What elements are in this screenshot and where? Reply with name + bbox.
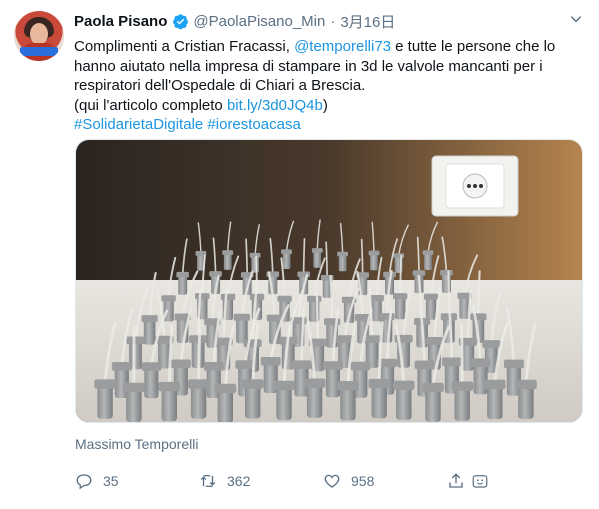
share-icon	[449, 473, 463, 488]
tweet-text-part: Complimenti a Cristian Fracassi,	[74, 38, 295, 55]
separator-dot: ·	[330, 12, 336, 30]
like-count: 958	[351, 473, 375, 489]
retweet-button[interactable]: 362	[199, 470, 250, 492]
smile-icon	[472, 475, 488, 488]
tweet-header: Paola Pisano @PaolaPisano_Min · 3月16日	[74, 11, 395, 31]
hashtags[interactable]: #SolidarietaDigitale #iorestoacasa	[74, 116, 301, 133]
reply-button[interactable]: 35	[75, 470, 119, 492]
reply-count: 35	[103, 473, 119, 489]
author-handle[interactable]: @PaolaPisano_Min	[193, 13, 325, 30]
retweet-icon	[200, 475, 216, 487]
retweet-count: 362	[227, 473, 251, 489]
photo-credit[interactable]: Massimo Temporelli	[75, 436, 198, 452]
avatar-face	[30, 23, 48, 45]
tweet-photo[interactable]	[75, 139, 583, 423]
author-avatar[interactable]	[14, 11, 64, 61]
tweet-actions: 35 362 958	[75, 470, 515, 492]
reply-icon	[76, 474, 92, 490]
wall-socket	[431, 155, 519, 217]
tweet-card[interactable]: Paola Pisano @PaolaPisano_Min · 3月16日 Co…	[0, 0, 599, 509]
heart-icon	[324, 474, 340, 488]
author-name[interactable]: Paola Pisano	[74, 13, 167, 30]
article-suffix: )	[322, 96, 328, 114]
article-link[interactable]: bit.ly/3d0JQ4b	[227, 97, 323, 114]
mention-link[interactable]: @temporelli73	[294, 38, 391, 55]
verified-badge-icon	[172, 13, 189, 30]
avatar-badge	[20, 47, 58, 56]
tweet-date[interactable]: 3月16日	[340, 11, 395, 32]
emoji-react-button[interactable]	[471, 470, 489, 492]
article-prefix: (qui l'articolo completo	[74, 96, 227, 114]
tweet-text: Complimenti a Cristian Fracassi, @tempor…	[74, 37, 579, 135]
like-button[interactable]: 958	[323, 470, 374, 492]
chevron-down-icon[interactable]	[569, 12, 583, 26]
